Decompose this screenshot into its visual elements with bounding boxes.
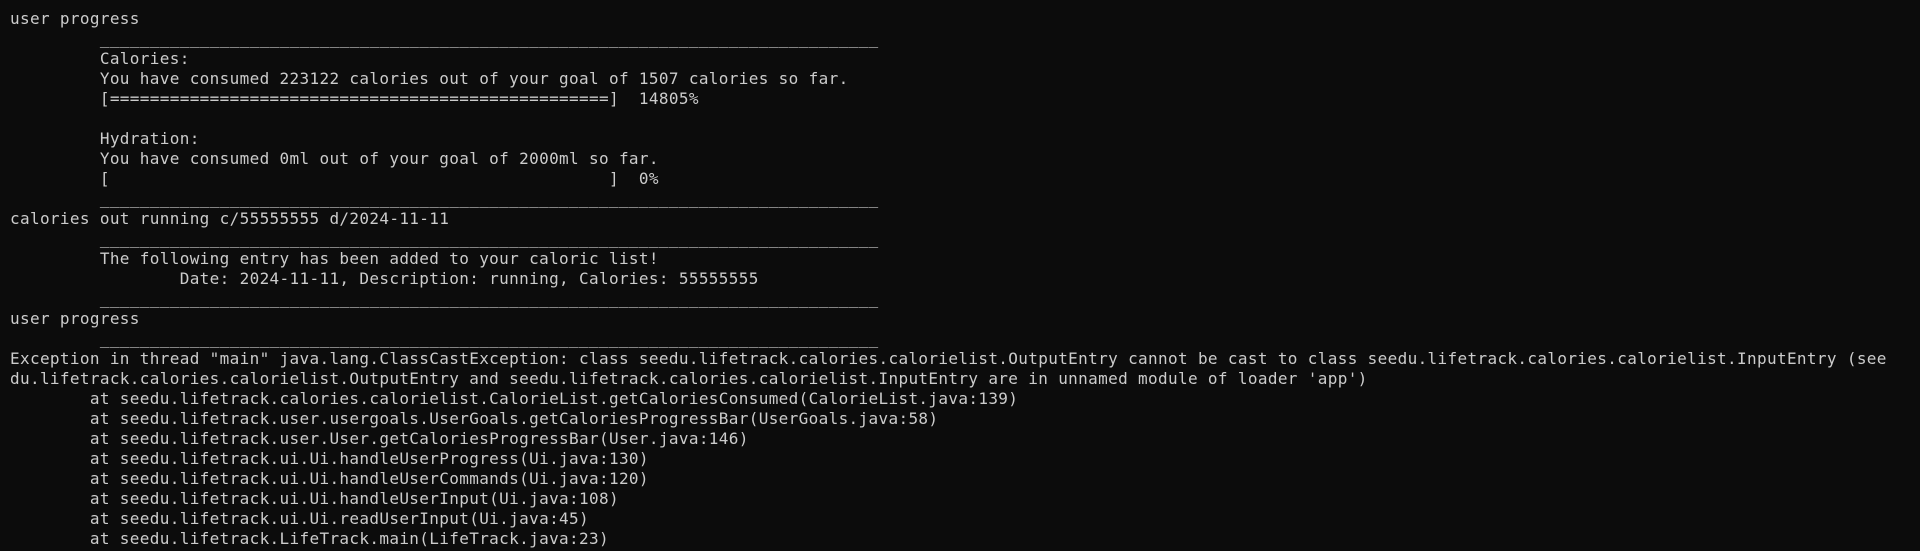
separator-line: ________________________________________… <box>10 29 879 48</box>
calories-progress-bar: [=======================================… <box>10 89 699 108</box>
stack-trace-line: at seedu.lifetrack.ui.Ui.handleUserProgr… <box>10 449 649 468</box>
stack-trace-line: at seedu.lifetrack.ui.Ui.readUserInput(U… <box>10 509 590 528</box>
stack-trace-line: at seedu.lifetrack.user.User.getCalories… <box>10 429 749 448</box>
command-line-user-progress: user progress <box>10 309 140 328</box>
hydration-summary: You have consumed 0ml out of your goal o… <box>10 149 659 168</box>
separator-line: ________________________________________… <box>10 289 879 308</box>
terminal-output: user progress __________________________… <box>10 9 1910 549</box>
hydration-heading: Hydration: <box>10 129 200 148</box>
terminal-window[interactable]: user progress __________________________… <box>0 0 1920 551</box>
separator-line: ________________________________________… <box>10 189 879 208</box>
entry-added-message: The following entry has been added to yo… <box>10 249 659 268</box>
stack-trace-line: at seedu.lifetrack.LifeTrack.main(LifeTr… <box>10 529 609 548</box>
separator-line: ________________________________________… <box>10 229 879 248</box>
command-line-user-progress: user progress <box>10 9 140 28</box>
command-line-calories-out: calories out running c/55555555 d/2024-1… <box>10 209 450 228</box>
stack-trace-line: at seedu.lifetrack.user.usergoals.UserGo… <box>10 409 939 428</box>
separator-line: ________________________________________… <box>10 329 879 348</box>
hydration-progress-bar: [ ] 0% <box>10 169 659 188</box>
exception-message: Exception in thread "main" java.lang.Cla… <box>10 349 1887 368</box>
calories-summary: You have consumed 223122 calories out of… <box>10 69 849 88</box>
stack-trace-line: at seedu.lifetrack.ui.Ui.handleUserComma… <box>10 469 649 488</box>
exception-message-continued: du.lifetrack.calories.calorielist.Output… <box>10 369 1368 388</box>
stack-trace-line: at seedu.lifetrack.ui.Ui.handleUserInput… <box>10 489 619 508</box>
stack-trace-line: at seedu.lifetrack.calories.calorielist.… <box>10 389 1019 408</box>
entry-details: Date: 2024-11-11, Description: running, … <box>10 269 759 288</box>
calories-heading: Calories: <box>10 49 190 68</box>
